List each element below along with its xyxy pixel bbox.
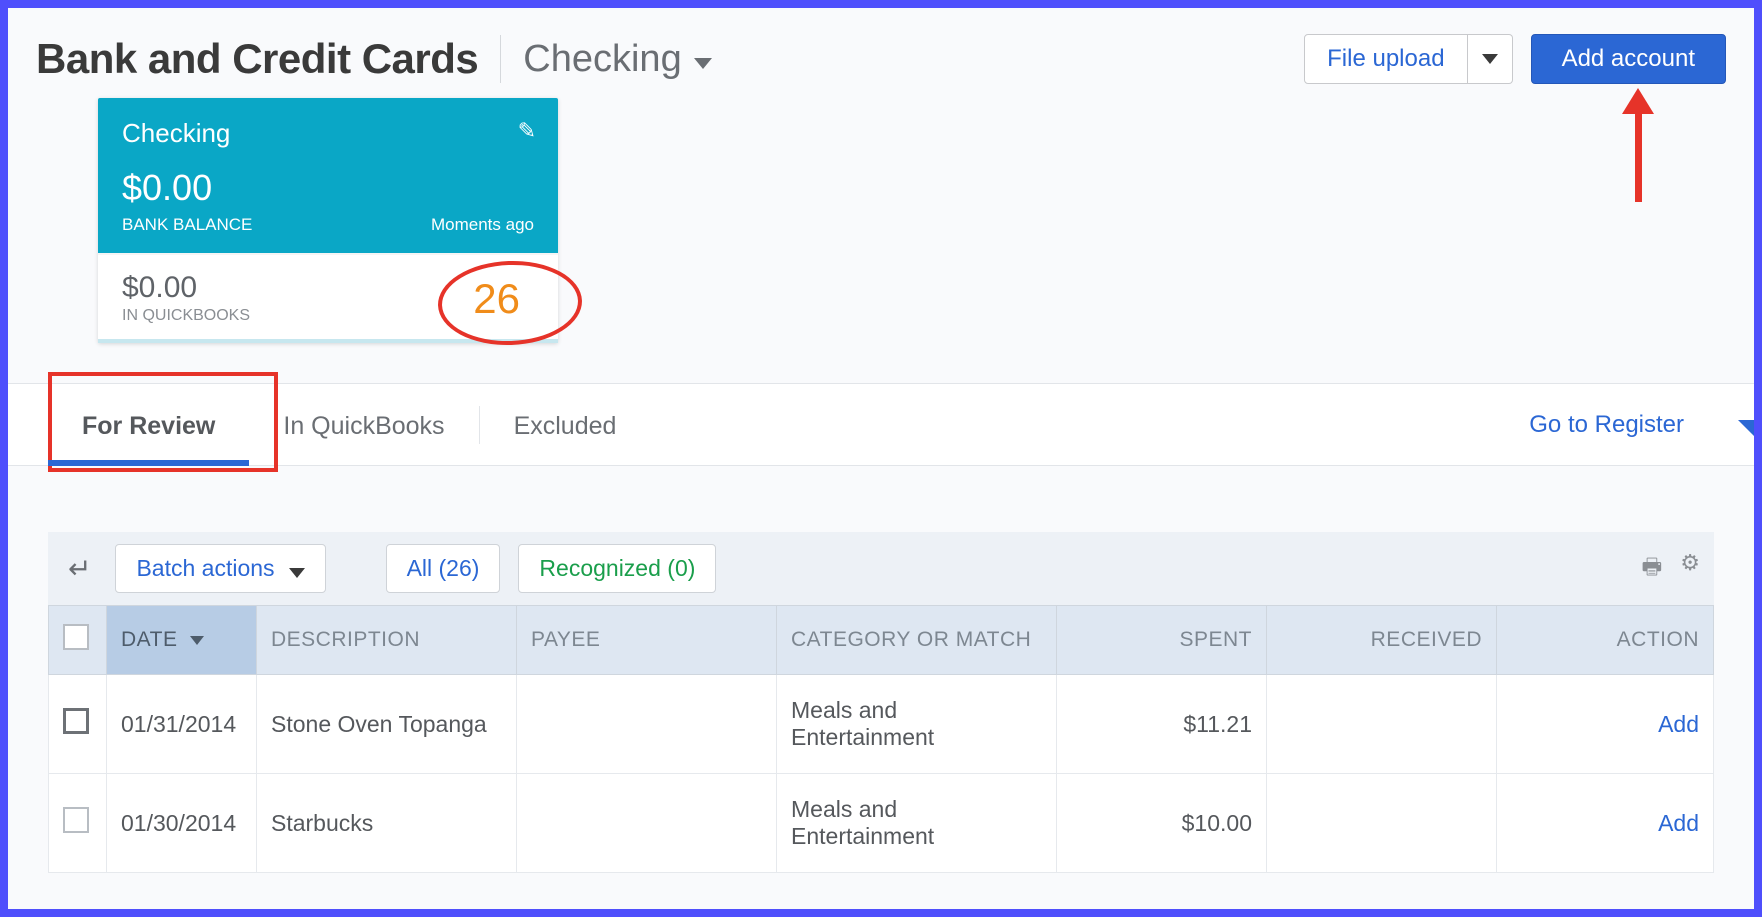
- cell-spent: $10.00: [1057, 774, 1267, 873]
- tab-for-review[interactable]: For Review: [48, 384, 249, 465]
- tile-updated: Moments ago: [431, 215, 534, 235]
- col-spent[interactable]: SPENT: [1057, 606, 1267, 675]
- bank-balance-label: BANK BALANCE: [122, 215, 252, 235]
- print-icon[interactable]: 🖶: [1641, 550, 1662, 588]
- add-account-label: Add account: [1562, 45, 1695, 73]
- tab-in-quickbooks[interactable]: In QuickBooks: [249, 384, 478, 465]
- col-date-label: DATE: [121, 628, 177, 651]
- header-actions: File upload Add account: [1304, 34, 1726, 84]
- row-checkbox-cell: [49, 675, 107, 774]
- sort-icon[interactable]: ↵: [68, 552, 91, 585]
- tab-excluded[interactable]: Excluded: [480, 384, 651, 465]
- filter-all[interactable]: All (26): [386, 544, 501, 593]
- account-selector[interactable]: Checking: [523, 38, 711, 81]
- select-all-checkbox[interactable]: [63, 624, 89, 650]
- table-row[interactable]: 01/30/2014 Starbucks Meals and Entertain…: [49, 774, 1714, 873]
- file-upload-label: File upload: [1327, 45, 1444, 73]
- account-tile[interactable]: Checking ✎ $0.00 BANK BALANCE Moments ag…: [98, 98, 558, 343]
- col-received[interactable]: RECEIVED: [1267, 606, 1497, 675]
- cell-payee: [517, 774, 777, 873]
- tile-bottom: $0.00 IN QUICKBOOKS 26: [98, 253, 558, 343]
- tabs: For Review In QuickBooks Excluded Go to …: [8, 384, 1754, 465]
- page-title: Bank and Credit Cards: [36, 35, 478, 83]
- transactions-table: DATE DESCRIPTION PAYEE CATEGORY OR MATCH…: [48, 605, 1714, 873]
- edit-icon[interactable]: ✎: [518, 118, 536, 144]
- edge-handle[interactable]: [1738, 420, 1754, 436]
- tile-subrow: BANK BALANCE Moments ago: [122, 215, 534, 235]
- col-description[interactable]: DESCRIPTION: [257, 606, 517, 675]
- cell-received: [1267, 675, 1497, 774]
- chevron-down-icon: [289, 568, 305, 578]
- toolbar-right: 🖶 ⚙: [1641, 550, 1700, 588]
- review-count: 26: [473, 275, 520, 323]
- table-row[interactable]: 01/31/2014 Stone Oven Topanga Meals and …: [49, 675, 1714, 774]
- chevron-down-icon: [1482, 54, 1498, 64]
- cell-category: Meals and Entertainment: [777, 675, 1057, 774]
- list-toolbar: ↵ Batch actions All (26) Recognized (0) …: [48, 532, 1714, 605]
- col-action[interactable]: ACTION: [1497, 606, 1714, 675]
- filter-recognized[interactable]: Recognized (0): [518, 544, 716, 593]
- file-upload-button[interactable]: File upload: [1304, 34, 1467, 84]
- cell-received: [1267, 774, 1497, 873]
- sort-desc-icon: [190, 636, 204, 645]
- bank-balance: $0.00: [122, 167, 534, 209]
- col-category[interactable]: CATEGORY OR MATCH: [777, 606, 1057, 675]
- qb-balance-label: IN QUICKBOOKS: [122, 307, 250, 325]
- cell-date: 01/31/2014: [107, 675, 257, 774]
- batch-actions-label: Batch actions: [136, 555, 274, 582]
- cell-description: Stone Oven Topanga: [257, 675, 517, 774]
- qb-balance: $0.00: [122, 271, 250, 305]
- cell-date: 01/30/2014: [107, 774, 257, 873]
- banking-page: Bank and Credit Cards Checking File uplo…: [8, 8, 1754, 909]
- gear-icon[interactable]: ⚙: [1680, 550, 1700, 588]
- tile-account-name: Checking: [122, 118, 534, 149]
- table-header-row: DATE DESCRIPTION PAYEE CATEGORY OR MATCH…: [49, 606, 1714, 675]
- file-upload-dropdown[interactable]: [1468, 34, 1513, 84]
- account-selector-label: Checking: [523, 38, 681, 81]
- row-action-add[interactable]: Add: [1497, 675, 1714, 774]
- row-checkbox[interactable]: [63, 807, 89, 833]
- batch-actions-dropdown[interactable]: Batch actions: [115, 544, 325, 593]
- tabs-area: For Review In QuickBooks Excluded Go to …: [8, 383, 1754, 466]
- tile-top: Checking ✎ $0.00 BANK BALANCE Moments ag…: [98, 98, 558, 253]
- go-to-register-link[interactable]: Go to Register: [1529, 411, 1714, 439]
- col-payee[interactable]: PAYEE: [517, 606, 777, 675]
- page-header: Bank and Credit Cards Checking File uplo…: [8, 8, 1754, 94]
- col-date[interactable]: DATE: [107, 606, 257, 675]
- account-tile-area: Checking ✎ $0.00 BANK BALANCE Moments ag…: [8, 98, 1754, 343]
- chevron-down-icon: [694, 58, 712, 69]
- col-checkbox: [49, 606, 107, 675]
- row-checkbox-cell: [49, 774, 107, 873]
- row-action-add[interactable]: Add: [1497, 774, 1714, 873]
- cell-description: Starbucks: [257, 774, 517, 873]
- add-account-button[interactable]: Add account: [1531, 34, 1726, 84]
- cell-payee: [517, 675, 777, 774]
- qb-balance-block: $0.00 IN QUICKBOOKS: [122, 271, 250, 325]
- cell-spent: $11.21: [1057, 675, 1267, 774]
- row-checkbox[interactable]: [63, 708, 89, 734]
- divider: [500, 35, 501, 83]
- cell-category: Meals and Entertainment: [777, 774, 1057, 873]
